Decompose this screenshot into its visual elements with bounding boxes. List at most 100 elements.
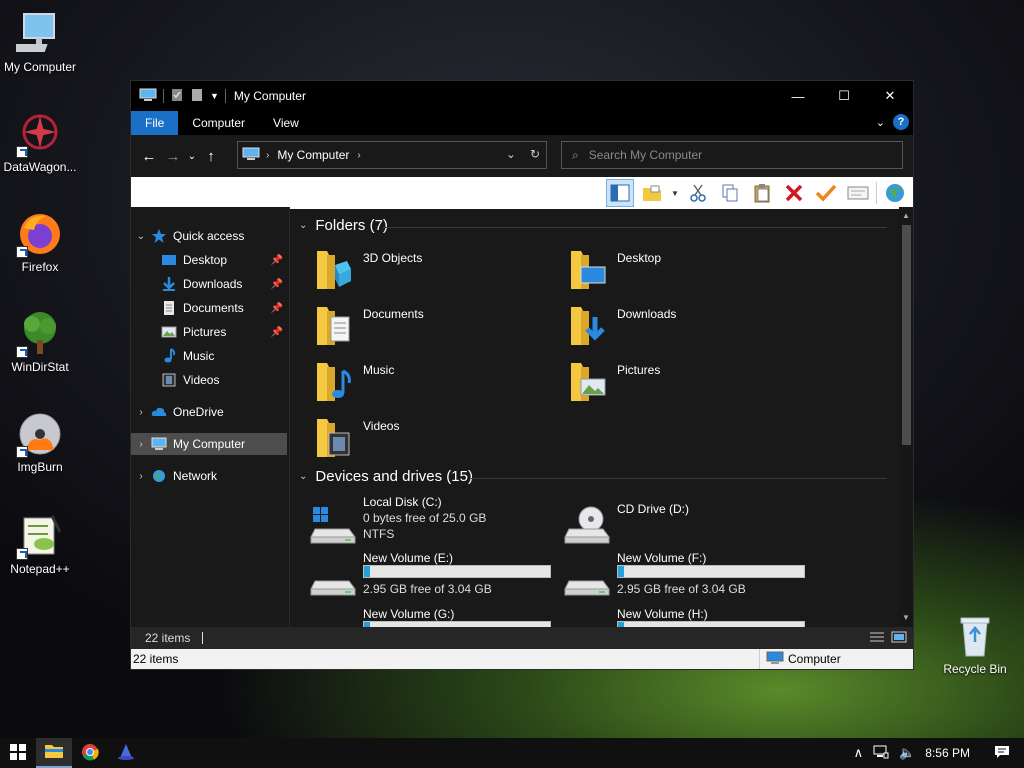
help-icon[interactable]: ?	[893, 114, 909, 130]
volume-icon[interactable]: 🔈	[899, 745, 915, 761]
show-hidden-icons-chevron-icon[interactable]: ∧	[854, 745, 864, 761]
desktop-icon-my-computer[interactable]: My Computer	[0, 10, 80, 74]
scrollbar-thumb[interactable]	[902, 225, 911, 445]
nav-pictures[interactable]: Pictures 📌	[131, 321, 287, 343]
pin-icon[interactable]: 📌	[271, 303, 283, 314]
nav-quick-access[interactable]: ⌄ Quick access	[131, 225, 287, 247]
scroll-down-arrow-icon[interactable]: ▼	[899, 611, 913, 625]
drive-g[interactable]: New Volume (G:)	[291, 607, 551, 627]
taskbar-chrome[interactable]	[72, 738, 108, 768]
desktop-folder-icon	[161, 252, 177, 268]
taskbar-file-explorer[interactable]	[36, 738, 72, 768]
copy-icon[interactable]	[716, 179, 744, 207]
pin-icon[interactable]: 📌	[271, 279, 283, 290]
properties-icon[interactable]	[170, 88, 184, 105]
tab-file[interactable]: File	[131, 111, 179, 135]
drive-f[interactable]: New Volume (F:) 2.95 GB free of 3.04 GB	[545, 551, 805, 607]
title-bar[interactable]: ▼ My Computer — ☐ ✕	[131, 81, 913, 111]
up-arrow-icon[interactable]: ↑	[199, 148, 223, 165]
breadcrumb-separator-icon[interactable]: ›	[357, 150, 360, 161]
paste-icon[interactable]	[748, 179, 776, 207]
tab-computer[interactable]: Computer	[178, 111, 259, 135]
pane-divider[interactable]	[289, 207, 290, 627]
folder-options-icon[interactable]	[638, 179, 666, 207]
desktop-icon-firefox[interactable]: Firefox	[0, 210, 80, 274]
devices-group-header[interactable]: ⌄ Devices and drives (15)	[299, 468, 473, 485]
expand-ribbon-chevron-icon[interactable]: ⌄	[876, 116, 885, 129]
drive-c[interactable]: Local Disk (C:) 0 bytes free of 25.0 GB …	[291, 495, 541, 551]
desktop-icon-imgburn[interactable]: ImgBurn	[0, 410, 80, 474]
pin-icon[interactable]: 📌	[271, 255, 283, 266]
desktop-icon-recycle-bin[interactable]: Recycle Bin	[935, 612, 1015, 676]
minimize-button[interactable]: —	[775, 81, 821, 111]
vertical-scrollbar[interactable]: ▲ ▼	[899, 207, 913, 627]
close-button[interactable]: ✕	[867, 81, 913, 111]
customize-dropdown-icon[interactable]: ▼	[210, 91, 219, 101]
forward-arrow-icon[interactable]: →	[161, 148, 185, 165]
clock[interactable]: 8:56 PM	[925, 746, 970, 760]
search-input[interactable]: Search My Computer	[589, 148, 702, 162]
action-center-icon[interactable]	[994, 745, 1010, 762]
cut-icon[interactable]	[684, 179, 712, 207]
recent-locations-chevron-icon[interactable]: ⌄	[185, 151, 199, 162]
folder-music[interactable]: Music	[291, 359, 541, 407]
new-folder-icon[interactable]	[190, 88, 204, 105]
collapsed-chevron-icon[interactable]: ›	[131, 439, 151, 450]
preview-pane-icon[interactable]	[606, 179, 634, 207]
folder-desktop[interactable]: Desktop	[545, 247, 795, 295]
pictures-icon	[161, 324, 177, 340]
collapsed-chevron-icon[interactable]: ›	[131, 407, 151, 418]
globe-icon[interactable]	[881, 179, 909, 207]
collapse-chevron-icon[interactable]: ⌄	[299, 471, 307, 482]
large-icons-view-icon[interactable]	[891, 631, 907, 646]
scroll-up-arrow-icon[interactable]: ▲	[899, 209, 913, 223]
desktop-icon-notepadpp[interactable]: Notepad++	[0, 512, 80, 576]
folder-videos[interactable]: Videos	[291, 415, 541, 463]
properties-card-icon[interactable]	[844, 179, 872, 207]
breadcrumb-my-computer[interactable]: My Computer	[277, 148, 349, 162]
rename-checkmark-icon[interactable]	[812, 179, 840, 207]
drive-name: CD Drive (D:)	[617, 502, 689, 516]
address-history-chevron-icon[interactable]: ⌄	[506, 147, 516, 161]
network-status-icon[interactable]	[873, 745, 889, 762]
desktop-icon-windirstat[interactable]: WinDirStat	[0, 310, 80, 374]
taskbar-app[interactable]	[108, 738, 144, 768]
folders-group-header[interactable]: ⌄ Folders (7)	[299, 217, 388, 234]
refresh-icon[interactable]: ↻	[530, 147, 540, 161]
drive-e[interactable]: New Volume (E:) 2.95 GB free of 3.04 GB	[291, 551, 551, 607]
folder-documents[interactable]: Documents	[291, 303, 541, 351]
search-box[interactable]: ⌕ Search My Computer	[561, 141, 903, 169]
folder-downloads[interactable]: Downloads	[545, 303, 795, 351]
address-bar[interactable]: › My Computer › ⌄ ↻	[237, 141, 547, 169]
drive-h[interactable]: New Volume (H:)	[545, 607, 805, 627]
nav-music[interactable]: Music	[131, 345, 287, 367]
nav-onedrive[interactable]: › OneDrive	[131, 401, 287, 423]
collapsed-chevron-icon[interactable]: ›	[131, 471, 151, 482]
details-view-icon[interactable]	[869, 631, 885, 646]
datawagon-icon	[16, 110, 64, 158]
pin-icon[interactable]: 📌	[271, 327, 283, 338]
downloads-arrow-icon	[161, 276, 177, 292]
nav-network[interactable]: › Network	[131, 465, 287, 487]
breadcrumb-separator-icon[interactable]: ›	[266, 150, 269, 161]
nav-documents[interactable]: Documents 📌	[131, 297, 287, 319]
nav-downloads[interactable]: Downloads 📌	[131, 273, 287, 295]
collapse-chevron-icon[interactable]: ⌄	[299, 220, 307, 231]
delete-icon[interactable]	[780, 179, 808, 207]
group-divider	[471, 478, 887, 479]
desktop-icon-label: WinDirStat	[11, 360, 69, 374]
desktop-icon-datawagon[interactable]: DataWagon...	[0, 110, 80, 174]
maximize-button[interactable]: ☐	[821, 81, 867, 111]
folder-3d-objects[interactable]: 3D Objects	[291, 247, 541, 295]
nav-desktop[interactable]: Desktop 📌	[131, 249, 287, 271]
folder-pictures[interactable]: Pictures	[545, 359, 795, 407]
start-button[interactable]	[0, 738, 36, 768]
drive-d[interactable]: CD Drive (D:)	[545, 495, 795, 551]
nav-my-computer[interactable]: › My Computer	[131, 433, 287, 455]
expanded-chevron-icon[interactable]: ⌄	[131, 231, 151, 242]
nav-videos[interactable]: Videos	[131, 369, 287, 391]
drive-free-space: 0 bytes free of 25.0 GB	[363, 511, 487, 525]
dropdown-chevron-icon[interactable]: ▼	[670, 179, 680, 207]
tab-view[interactable]: View	[259, 111, 313, 135]
back-arrow-icon[interactable]: ←	[137, 148, 161, 165]
